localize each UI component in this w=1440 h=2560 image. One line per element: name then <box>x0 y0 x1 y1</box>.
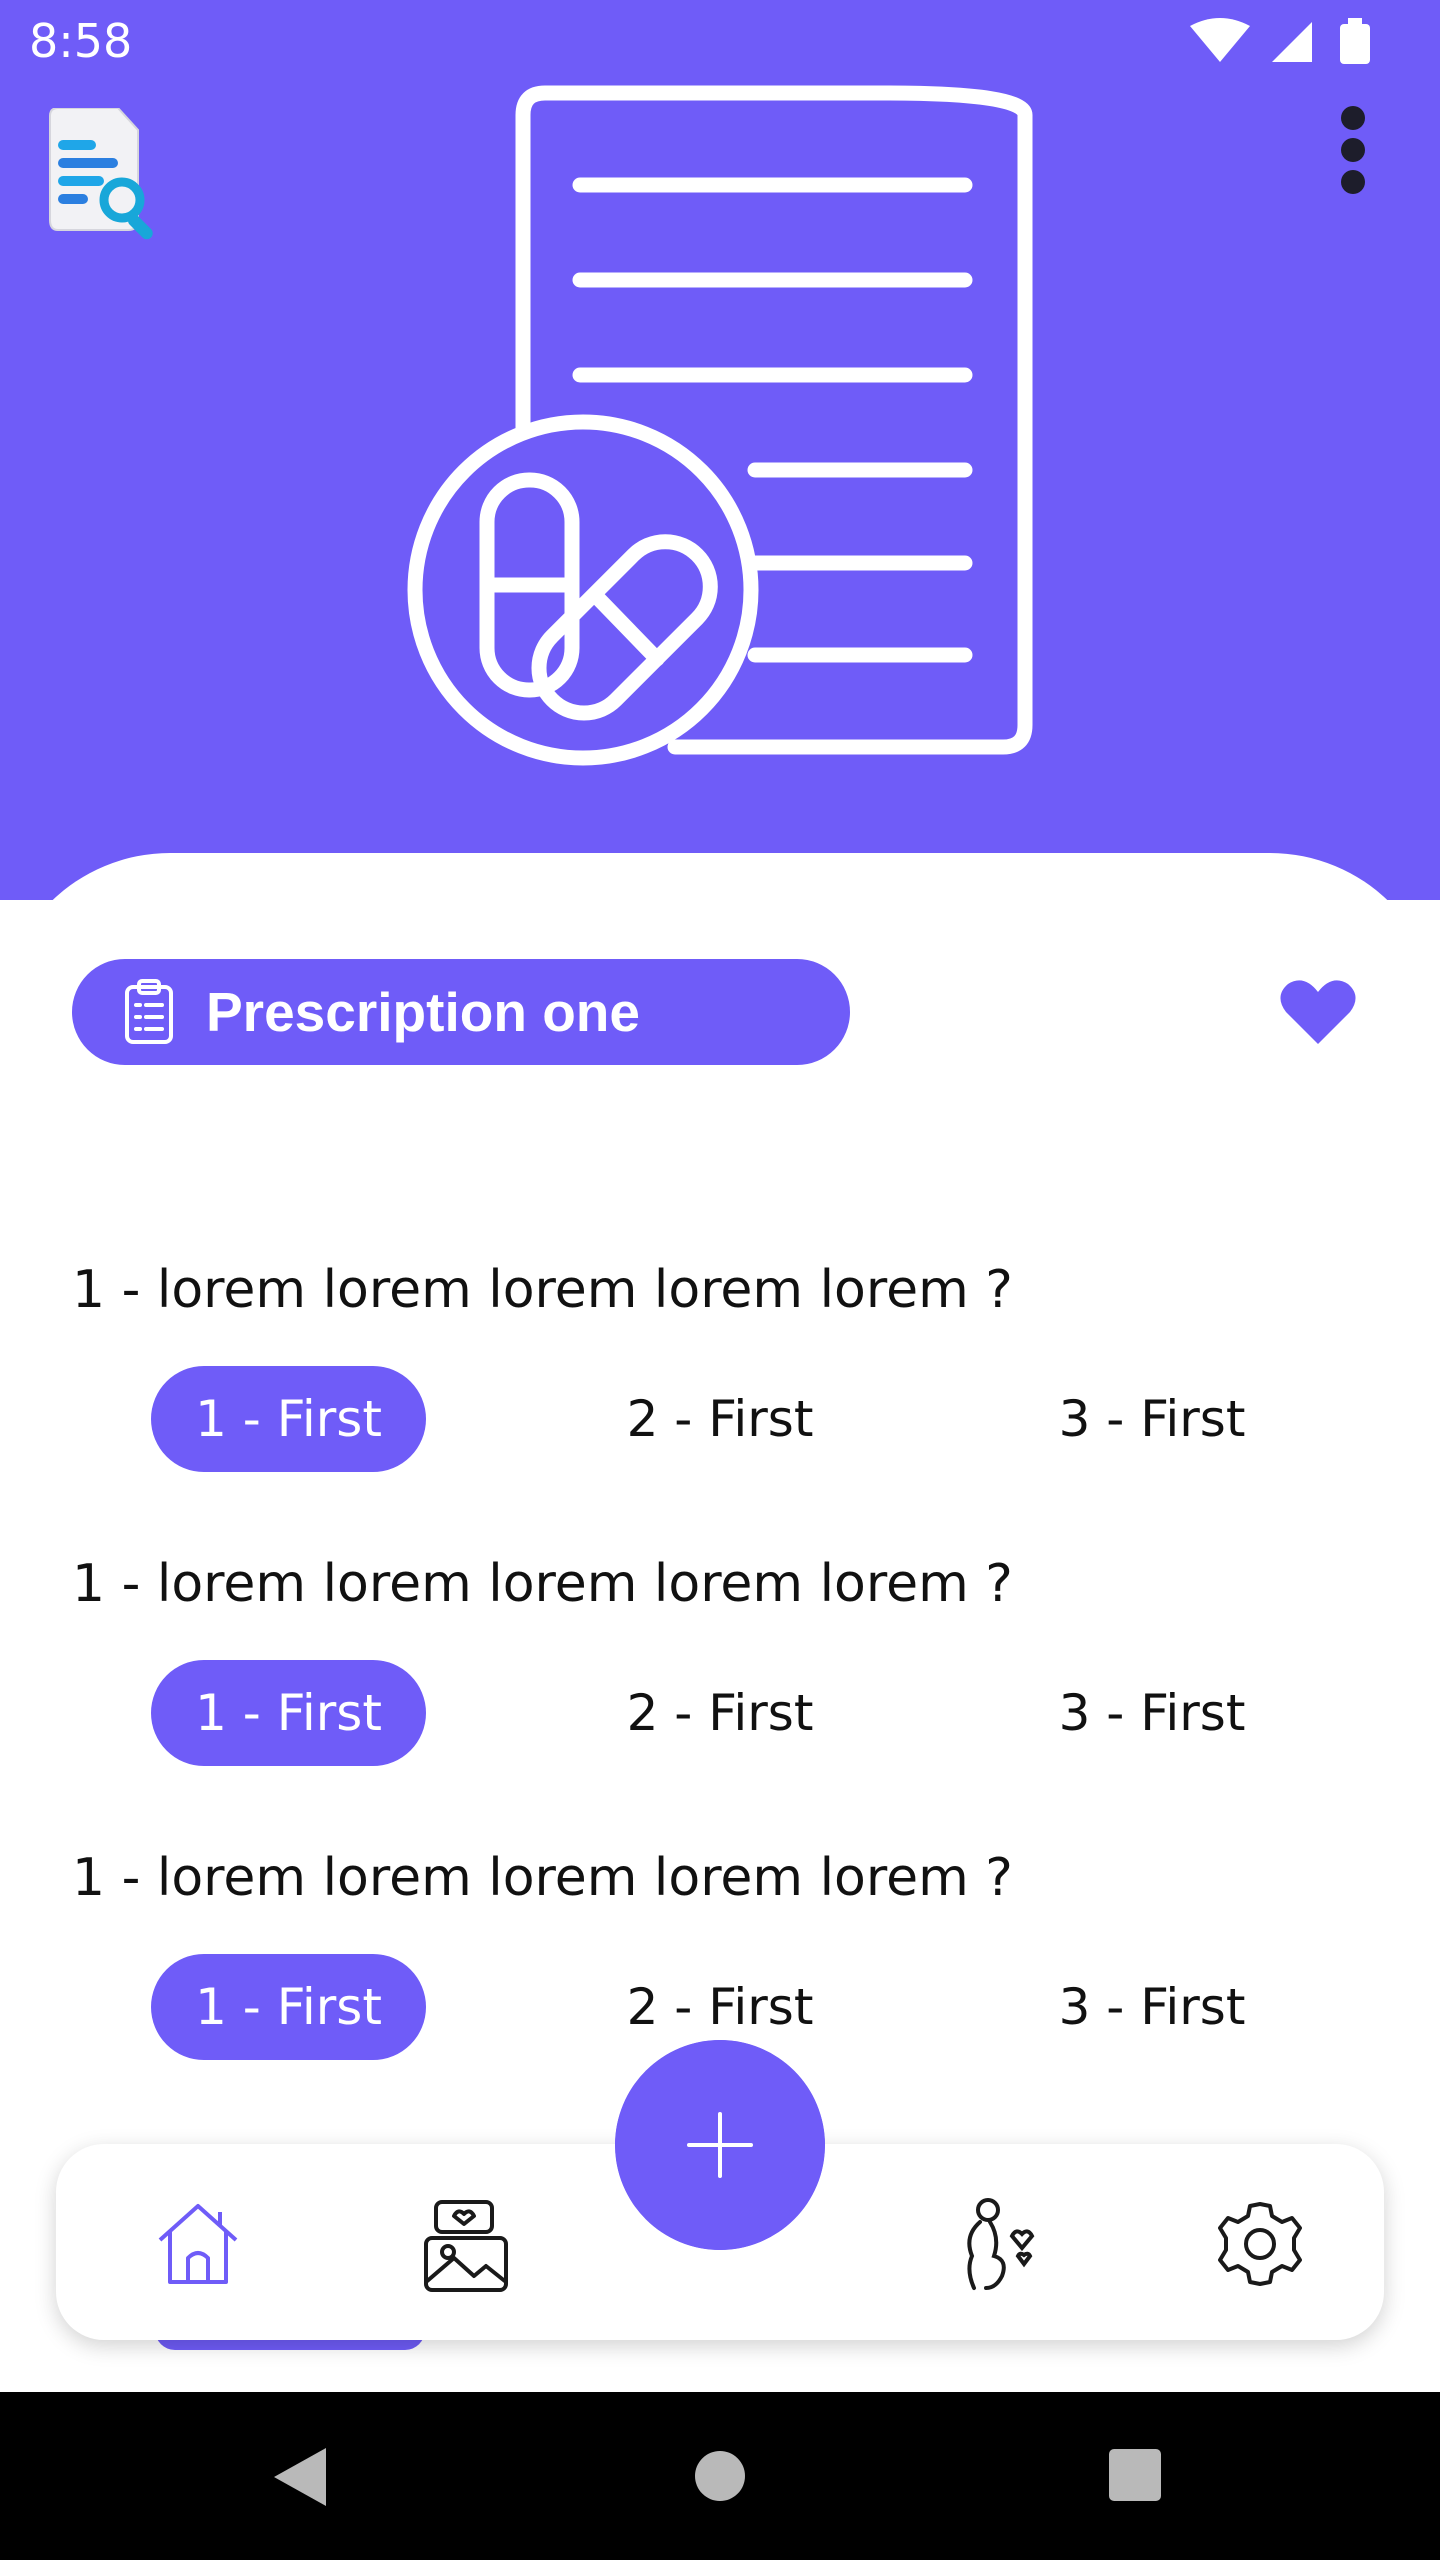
option-button[interactable]: 1 - First <box>151 1954 426 2060</box>
settings-icon[interactable] <box>1212 2196 1308 2292</box>
header-banner: 8:58 <box>0 0 1440 900</box>
prescription-pills-icon <box>407 85 1033 766</box>
question-text: 1 - lorem lorem lorem lorem lorem ? <box>72 1848 1013 1908</box>
option-button[interactable]: 2 - First <box>585 1366 855 1472</box>
option-button[interactable]: 3 - First <box>1017 1366 1287 1472</box>
gallery-icon[interactable] <box>418 2196 514 2292</box>
question-text: 1 - lorem lorem lorem lorem lorem ? <box>72 1260 1013 1320</box>
system-navigation-bar <box>0 2392 1440 2560</box>
document-search-icon[interactable] <box>42 108 172 248</box>
option-button[interactable]: 2 - First <box>585 1660 855 1766</box>
home-icon[interactable] <box>150 2196 246 2292</box>
back-icon[interactable] <box>270 2444 330 2510</box>
status-time: 8:58 <box>29 14 133 68</box>
clipboard-icon <box>125 979 173 1044</box>
home-circle-icon[interactable] <box>694 2450 746 2502</box>
battery-icon <box>1340 24 1370 64</box>
more-vertical-icon[interactable] <box>1318 100 1388 200</box>
signal-icon <box>1272 22 1312 62</box>
option-button[interactable]: 1 - First <box>151 1366 426 1472</box>
pregnancy-icon[interactable] <box>946 2196 1042 2292</box>
recents-icon[interactable] <box>1108 2448 1162 2502</box>
add-button[interactable] <box>615 2040 825 2250</box>
option-button[interactable]: 1 - First <box>151 1660 426 1766</box>
status-icons <box>1190 18 1370 64</box>
prescription-title: Prescription one <box>206 981 640 1043</box>
question-text: 1 - lorem lorem lorem lorem lorem ? <box>72 1554 1013 1614</box>
heart-icon[interactable] <box>1278 978 1358 1048</box>
option-button[interactable]: 3 - First <box>1017 1660 1287 1766</box>
option-button[interactable]: 3 - First <box>1017 1954 1287 2060</box>
prescription-title-chip[interactable]: Prescription one <box>72 959 850 1065</box>
wifi-icon <box>1190 18 1250 62</box>
